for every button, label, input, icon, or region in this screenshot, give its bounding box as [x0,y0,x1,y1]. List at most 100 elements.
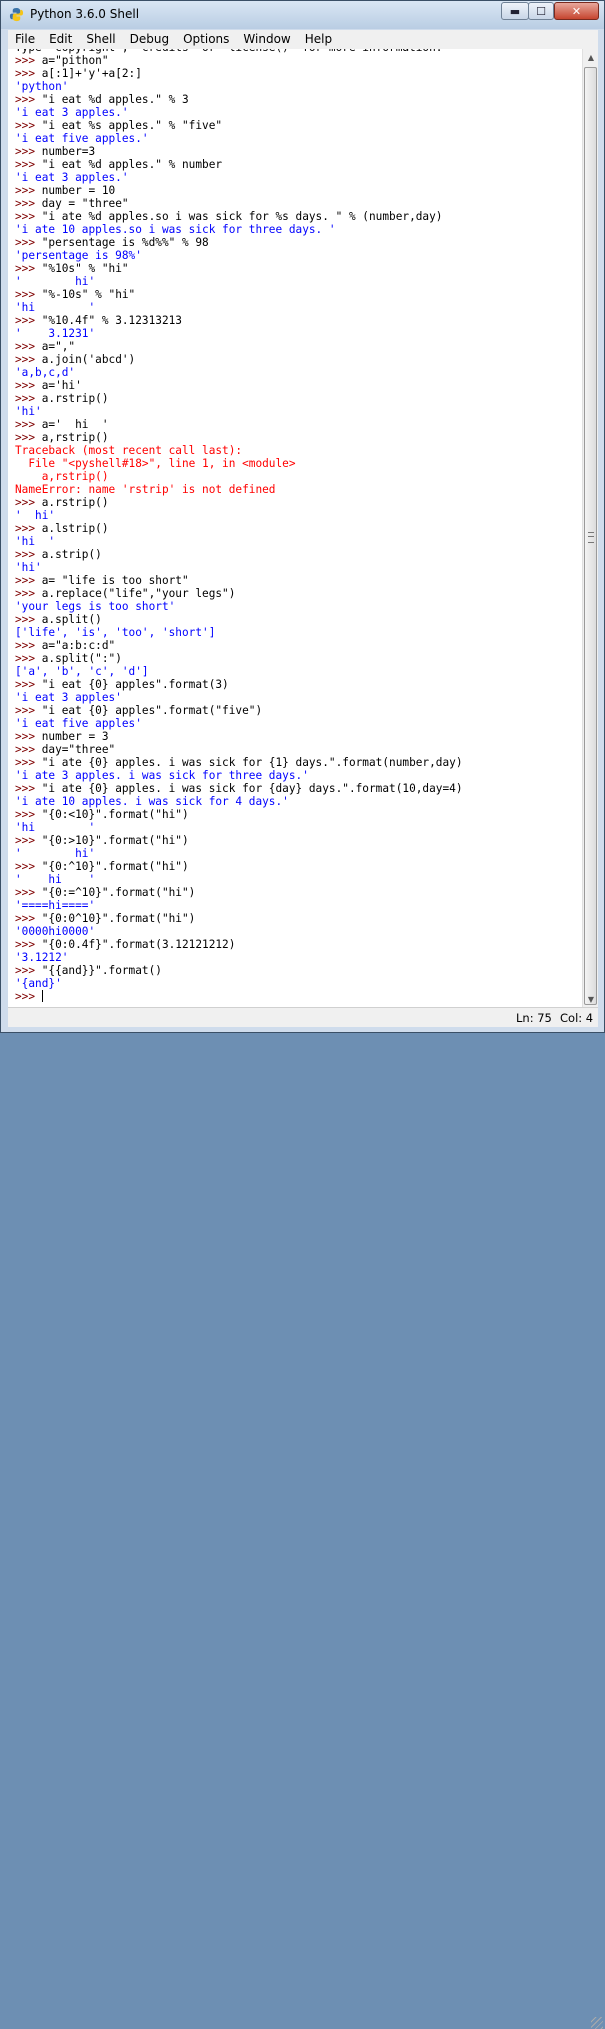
code-line: >>> a,rstrip() [15,431,463,444]
code-line: >>> a.replace("life","your legs") [15,587,463,600]
prompt-marker: >>> [15,145,42,158]
output-line: 'hi' [15,405,42,418]
minimize-button[interactable]: ▬ [501,2,529,20]
code-line: >>> "i ate {0} apples. i was sick for {d… [15,782,463,795]
code-line: >>> number = 3 [15,730,463,743]
code-text: "persentage is %d%%" % 98 [41,236,209,249]
prompt-marker: >>> [15,574,42,587]
output-line: 'i eat 3 apples.' [15,106,129,119]
output-line: 'hi ' [15,301,96,314]
output-line: 'persentage is 98%' [15,249,142,262]
prompt-marker: >>> [15,782,42,795]
output-line: 'i eat five apples.' [15,132,149,145]
prompt-marker: >>> [15,886,42,899]
code-text: number = 3 [41,730,109,743]
prompt-marker: >>> [15,548,42,561]
code-text: a[:1]+'y'+a[2:] [41,67,142,80]
prompt-marker: >>> [15,210,42,223]
scroll-up-icon[interactable]: ▲ [583,49,599,65]
code-line: >>> a.split() [15,613,463,626]
window-title: Python 3.6.0 Shell [30,7,140,21]
menu-edit[interactable]: Edit [42,30,79,49]
output-line: ' hi' [15,847,96,860]
close-icon: ✕ [571,4,582,18]
code-line: >>> "{0:>10}".format("hi") [15,834,463,847]
prompt-marker: >>> [15,912,42,925]
output-line: '0000hi0000' [15,925,96,938]
output-line: ' hi' [15,275,96,288]
code-text: a="a:b:c:d" [41,639,116,652]
menu-shell[interactable]: Shell [79,30,122,49]
prompt-marker: >>> [15,756,42,769]
column-number-status: Col: 4 [560,1011,594,1025]
code-text: a.replace("life","your legs") [41,587,236,600]
code-text: "i ate %d apples.so i was sick for %s da… [41,210,443,223]
menu-options[interactable]: Options [176,30,236,49]
code-text: a.split(":") [41,652,122,665]
code-line: >>> a="pithon" [15,54,463,67]
output-line: ' hi' [15,509,56,522]
output-line: ' hi ' [15,873,96,886]
line-number-status: Ln: 75 [516,1011,552,1025]
vertical-scrollbar[interactable]: ▲ ▼ [582,49,598,1007]
prompt-marker: >>> [15,652,42,665]
prompt-marker: >>> [15,158,42,171]
code-text: a,rstrip() [41,431,109,444]
maximize-button[interactable]: ☐ [528,2,554,20]
code-line: >>> "{0:<10}".format("hi") [15,808,463,821]
code-line: >>> "{0:0^10}".format("hi") [15,912,463,925]
code-line: >>> number=3 [15,145,463,158]
code-text: day = "three" [41,197,129,210]
prompt-marker: >>> [15,496,42,509]
code-line: >>> a[:1]+'y'+a[2:] [15,67,463,80]
prompt-marker: >>> [15,860,42,873]
menu-debug[interactable]: Debug [123,30,176,49]
title-bar[interactable]: Python 3.6.0 Shell ▬ ☐ ✕ [1,1,604,29]
code-text: "%10s" % "hi" [41,262,129,275]
maximize-icon: ☐ [536,4,546,18]
grip-icon [588,532,594,543]
error-line: File "<pyshell#18>", line 1, in <module> [15,457,296,470]
prompt-marker: >>> [15,730,42,743]
menu-file[interactable]: File [8,30,42,49]
code-line: >>> day="three" [15,743,463,756]
prompt-marker: >>> [15,236,42,249]
output-line: ['a', 'b', 'c', 'd'] [15,665,149,678]
shell-text-area[interactable]: Type "copyright", "credits" or "license(… [8,49,582,1007]
code-line: >>> a.split(":") [15,652,463,665]
prompt-marker: >>> [15,93,42,106]
prompt-marker: >>> [15,522,42,535]
menu-help[interactable]: Help [298,30,339,49]
scrollbar-thumb[interactable] [584,67,597,1005]
code-text: "{0:=^10}".format("hi") [41,886,196,899]
status-bar: Ln: 75 Col: 4 [8,1007,603,2029]
output-line: 'your legs is too short' [15,600,176,613]
prompt-marker: >>> [15,639,42,652]
current-prompt-line[interactable]: >>> [15,990,463,1003]
prompt-marker: >>> [15,678,42,691]
code-line: >>> "{0:=^10}".format("hi") [15,886,463,899]
code-text: a.strip() [41,548,102,561]
error-line: NameError: name 'rstrip' is not defined [15,483,276,496]
close-button[interactable]: ✕ [554,2,599,20]
code-line: >>> "%10.4f" % 3.12313213 [15,314,463,327]
scroll-down-icon[interactable]: ▼ [583,991,599,1007]
code-text: number = 10 [41,184,116,197]
code-line: >>> "i eat {0} apples".format("five") [15,704,463,717]
output-line: '{and}' [15,977,62,990]
code-line: >>> "%-10s" % "hi" [15,288,463,301]
prompt-marker: >>> [15,431,42,444]
output-line: '3.1212' [15,951,69,964]
code-text: "i eat {0} apples".format("five") [41,704,263,717]
code-text: a='hi' [41,379,82,392]
resize-grip-icon[interactable] [591,2017,603,2029]
menu-window[interactable]: Window [236,30,297,49]
code-text: a.rstrip() [41,496,109,509]
idle-shell-window: Python 3.6.0 Shell ▬ ☐ ✕ File Edit Shell… [0,0,605,2029]
code-text: "%10.4f" % 3.12313213 [41,314,182,327]
code-text: a= "life is too short" [41,574,189,587]
output-line: 'python' [15,80,69,93]
code-line: >>> "{0:^10}".format("hi") [15,860,463,873]
output-line: 'i ate 10 apples.so i was sick for three… [15,223,336,236]
code-text: "i eat %d apples." % 3 [41,93,189,106]
